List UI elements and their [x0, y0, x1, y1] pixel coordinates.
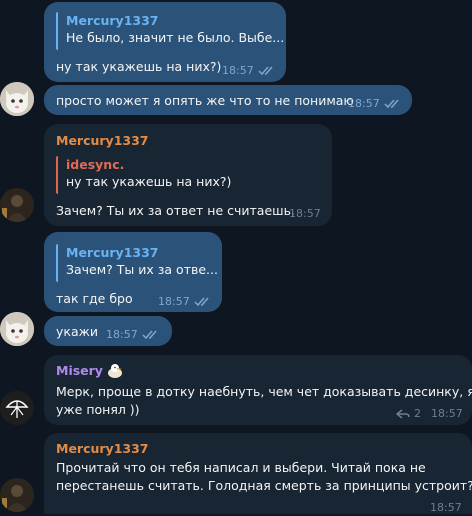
- message-bubble-outgoing[interactable]: укажи 18:57: [44, 316, 172, 346]
- message-meta: 18:57: [222, 62, 276, 79]
- cat-avatar[interactable]: [0, 82, 34, 116]
- dark-avatar[interactable]: [0, 478, 34, 512]
- message-text-line-1: Мерк, проще в дотку наебнуть, чем чет до…: [56, 384, 472, 399]
- sender-name: Mercury1337: [56, 133, 149, 148]
- dark-avatar[interactable]: [0, 188, 34, 222]
- quote-sender: idesync.: [66, 157, 125, 172]
- message-text-line-2: уже понял )): [56, 402, 140, 417]
- message-bubble-incoming[interactable]: Misery Мерк, проще в дотку наебнуть, чем…: [44, 355, 472, 425]
- message-text-line-2: перестанешь считать. Голодная смерть за …: [56, 478, 472, 493]
- message-bubble-incoming[interactable]: Mercury1337 Прочитай что он тебя написал…: [44, 433, 472, 514]
- message-meta: 2 18:57: [396, 405, 463, 422]
- cat-face-icon: [0, 82, 34, 116]
- double-check-icon: [194, 297, 209, 306]
- umbrella-logo-avatar[interactable]: [0, 391, 34, 425]
- message-time: 18:57: [289, 207, 321, 220]
- umbrella-icon: [0, 391, 34, 425]
- double-check-icon: [258, 66, 273, 75]
- quote-sender: Mercury1337: [66, 245, 159, 260]
- cat-face-icon: [0, 312, 34, 346]
- message-text: ну так укажешь на них?): [56, 59, 222, 74]
- quote-text: ну так укажешь на них?): [66, 174, 232, 189]
- message-meta: 18:57: [289, 205, 321, 222]
- message-time: 18:57: [348, 97, 380, 110]
- message-bubble-outgoing[interactable]: просто может я опять же что то не понима…: [44, 85, 412, 115]
- message-text: просто может я опять же что то не понима…: [56, 93, 354, 108]
- double-check-icon: [384, 99, 399, 108]
- message-meta: 18:57: [348, 95, 402, 112]
- message-meta: 18:57: [158, 293, 212, 310]
- reply-arrow-icon[interactable]: [396, 408, 410, 419]
- reply-quote[interactable]: idesync. ну так укажешь на них?): [56, 156, 231, 194]
- quote-text: Не было, значит не было. Выбе...: [66, 30, 285, 45]
- message-time: 18:57: [222, 64, 254, 77]
- reply-quote[interactable]: Mercury1337 Не было, значит не было. Выб…: [56, 12, 284, 50]
- sender-name: Mercury1337: [56, 441, 149, 456]
- reply-count[interactable]: 2: [414, 405, 421, 422]
- message-time: 18:57: [158, 295, 190, 308]
- person-silhouette-icon: [0, 478, 34, 512]
- cat-avatar[interactable]: [0, 312, 34, 346]
- message-bubble-outgoing[interactable]: Mercury1337 Зачем? Ты их за отве... так …: [44, 232, 222, 312]
- message-text: так где бро: [56, 291, 133, 306]
- message-meta: 18:57: [430, 499, 462, 516]
- quote-sender: Mercury1337: [66, 13, 159, 28]
- sender-name: Misery: [56, 363, 103, 378]
- message-time: 18:57: [431, 407, 463, 420]
- message-time: 18:57: [430, 501, 462, 514]
- double-check-icon: [142, 330, 157, 339]
- message-time: 18:57: [106, 328, 138, 341]
- person-silhouette-icon: [0, 188, 34, 222]
- quote-text: Зачем? Ты их за отве...: [66, 262, 218, 277]
- eagle-emoji-icon: [107, 363, 122, 378]
- message-meta: 18:57: [106, 326, 160, 343]
- message-text-line-1: Прочитай что он тебя написал и выбери. Ч…: [56, 460, 426, 475]
- message-bubble-outgoing[interactable]: Mercury1337 Не было, значит не было. Выб…: [44, 2, 286, 82]
- message-bubble-incoming[interactable]: Mercury1337 idesync. ну так укажешь на н…: [44, 124, 332, 226]
- message-text: укажи: [56, 324, 98, 339]
- message-text: Зачем? Ты их за ответ не считаешь.: [56, 203, 295, 218]
- reply-quote[interactable]: Mercury1337 Зачем? Ты их за отве...: [56, 244, 218, 282]
